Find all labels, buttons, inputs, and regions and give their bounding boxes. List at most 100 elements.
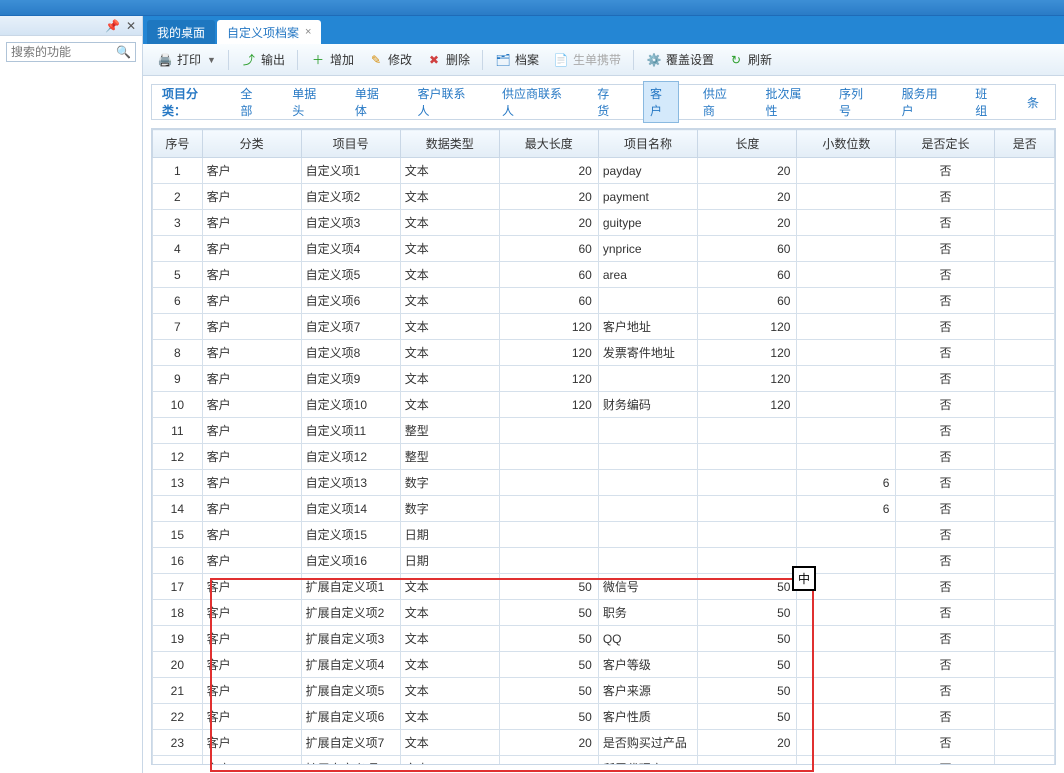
cell[interactable]: 数字 [400, 496, 499, 522]
cell[interactable] [698, 496, 797, 522]
table-row[interactable]: 23客户扩展自定义项7文本20是否购买过产品20否 [153, 730, 1055, 756]
cell[interactable]: 自定义项2 [301, 184, 400, 210]
search-icon[interactable]: 🔍 [116, 45, 131, 59]
cell[interactable]: 文本 [400, 392, 499, 418]
cell[interactable]: 文本 [400, 210, 499, 236]
cell[interactable]: 客户 [202, 678, 301, 704]
cell[interactable]: 文本 [400, 366, 499, 392]
cell[interactable] [797, 314, 896, 340]
cell[interactable]: 扩展自定义项2 [301, 600, 400, 626]
filter-item-10[interactable]: 服务用户 [896, 82, 952, 122]
column-header[interactable]: 是否定长 [896, 130, 995, 158]
table-row[interactable]: 8客户自定义项8文本120发票寄件地址120否 [153, 340, 1055, 366]
cell[interactable] [499, 522, 598, 548]
cell[interactable]: 客户 [202, 548, 301, 574]
data-grid[interactable]: 序号分类项目号数据类型最大长度项目名称长度小数位数是否定长是否 1客户自定义项1… [151, 128, 1056, 765]
cell[interactable] [698, 470, 797, 496]
cell[interactable]: 60 [499, 262, 598, 288]
cell[interactable]: 扩展自定义项4 [301, 652, 400, 678]
cell[interactable]: 文本 [400, 626, 499, 652]
cell[interactable]: 否 [896, 288, 995, 314]
cell[interactable]: 60 [698, 288, 797, 314]
cell[interactable] [598, 418, 697, 444]
column-header[interactable]: 小数位数 [797, 130, 896, 158]
filter-item-12[interactable]: 条 [1021, 91, 1045, 114]
archive-button[interactable]: 🗂 档案 [489, 48, 545, 71]
table-row[interactable]: 4客户自定义项4文本60ynprice60否 [153, 236, 1055, 262]
cell[interactable]: 客户 [202, 470, 301, 496]
cell[interactable]: 否 [896, 704, 995, 730]
table-row[interactable]: 21客户扩展自定义项5文本50客户来源50否 [153, 678, 1055, 704]
cell[interactable] [598, 522, 697, 548]
cell[interactable]: 自定义项15 [301, 522, 400, 548]
cell[interactable]: 否 [896, 678, 995, 704]
cell[interactable]: 11 [153, 418, 203, 444]
column-header[interactable]: 项目名称 [598, 130, 697, 158]
table-row[interactable]: 24客户扩展自定义项8文本50所属代理商50否 [153, 756, 1055, 766]
cell[interactable]: 19 [153, 626, 203, 652]
cell[interactable] [797, 574, 896, 600]
table-row[interactable]: 11客户自定义项11整型否 [153, 418, 1055, 444]
delete-button[interactable]: ✖ 删除 [420, 48, 476, 71]
cell[interactable]: 6 [153, 288, 203, 314]
cell[interactable] [698, 522, 797, 548]
table-row[interactable]: 14客户自定义项14数字6否 [153, 496, 1055, 522]
cell[interactable]: 120 [499, 392, 598, 418]
cell[interactable]: 客户 [202, 730, 301, 756]
cell[interactable] [797, 600, 896, 626]
cell[interactable]: 50 [698, 652, 797, 678]
cell[interactable]: 日期 [400, 522, 499, 548]
cell[interactable] [797, 444, 896, 470]
cell[interactable]: 自定义项3 [301, 210, 400, 236]
cell[interactable]: 否 [896, 314, 995, 340]
cell[interactable]: 2 [153, 184, 203, 210]
cell[interactable] [797, 730, 896, 756]
tab-0[interactable]: 我的桌面 [147, 20, 215, 44]
cell[interactable] [797, 548, 896, 574]
cell[interactable]: 文本 [400, 184, 499, 210]
cell[interactable]: 50 [499, 574, 598, 600]
cell[interactable]: 扩展自定义项8 [301, 756, 400, 766]
filter-item-3[interactable]: 客户联系人 [412, 82, 478, 122]
cell[interactable]: 60 [698, 262, 797, 288]
cell[interactable]: 15 [153, 522, 203, 548]
cell[interactable]: 否 [896, 730, 995, 756]
cell[interactable] [797, 756, 896, 766]
cell[interactable]: 120 [698, 392, 797, 418]
cell[interactable] [797, 210, 896, 236]
table-row[interactable]: 2客户自定义项2文本20payment20否 [153, 184, 1055, 210]
cell[interactable]: 是否购买过产品 [598, 730, 697, 756]
cell[interactable]: 14 [153, 496, 203, 522]
cell[interactable] [995, 392, 1055, 418]
cell[interactable]: 日期 [400, 548, 499, 574]
cell[interactable]: 50 [499, 704, 598, 730]
cell[interactable]: 客户 [202, 574, 301, 600]
cell[interactable]: 50 [499, 652, 598, 678]
cell[interactable]: 16 [153, 548, 203, 574]
cell[interactable]: QQ [598, 626, 697, 652]
table-row[interactable]: 20客户扩展自定义项4文本50客户等级50否 [153, 652, 1055, 678]
cell[interactable]: 扩展自定义项6 [301, 704, 400, 730]
cell[interactable]: 否 [896, 496, 995, 522]
cell[interactable]: 财务编码 [598, 392, 697, 418]
cell[interactable]: 文本 [400, 340, 499, 366]
cell[interactable]: 客户 [202, 756, 301, 766]
cell[interactable]: 自定义项9 [301, 366, 400, 392]
cell[interactable]: 120 [499, 366, 598, 392]
cell[interactable]: guitype [598, 210, 697, 236]
cell[interactable]: 文本 [400, 678, 499, 704]
cell[interactable]: payment [598, 184, 697, 210]
cell[interactable] [995, 730, 1055, 756]
cell[interactable]: 否 [896, 340, 995, 366]
cell[interactable]: 5 [153, 262, 203, 288]
filter-item-11[interactable]: 班组 [969, 82, 1003, 122]
cell[interactable]: 50 [698, 600, 797, 626]
table-row[interactable]: 18客户扩展自定义项2文本50职务50否 [153, 600, 1055, 626]
cell[interactable]: 自定义项12 [301, 444, 400, 470]
cell[interactable] [598, 366, 697, 392]
cell[interactable] [995, 548, 1055, 574]
cell[interactable] [598, 444, 697, 470]
cell[interactable]: 60 [499, 236, 598, 262]
refresh-button[interactable]: ↻ 刷新 [722, 48, 778, 71]
filter-item-0[interactable]: 全部 [234, 82, 268, 122]
